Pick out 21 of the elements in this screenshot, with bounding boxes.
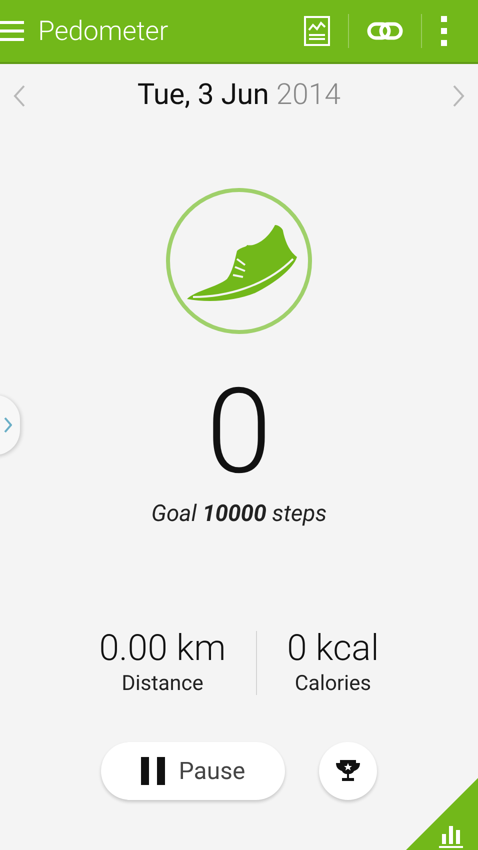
pause-icon	[140, 756, 165, 784]
date-label: Tue, 3 Jun 2014	[137, 77, 341, 114]
app-title: Pedometer	[38, 14, 168, 49]
shoe-icon	[165, 187, 313, 335]
trophy-icon	[335, 758, 361, 782]
stat-value: 0.00 km	[99, 628, 226, 668]
pause-button[interactable]: Pause	[101, 742, 285, 800]
more-options-icon[interactable]	[440, 15, 448, 47]
step-goal: Goal 10000 steps	[151, 499, 327, 529]
chevron-right-icon	[4, 417, 12, 433]
link-icon[interactable]	[367, 22, 403, 40]
next-day-icon[interactable]	[452, 84, 466, 108]
trophy-button[interactable]	[319, 742, 377, 800]
menu-icon[interactable]	[0, 20, 24, 42]
chart-report-icon[interactable]	[304, 16, 330, 46]
statistics-corner-button[interactable]	[406, 778, 478, 850]
stat-value: 0 kcal	[286, 628, 379, 668]
step-count: 0	[206, 373, 272, 491]
stat-label: Distance	[122, 670, 204, 698]
stat-label: Calories	[294, 670, 372, 698]
previous-day-icon[interactable]	[12, 84, 26, 108]
